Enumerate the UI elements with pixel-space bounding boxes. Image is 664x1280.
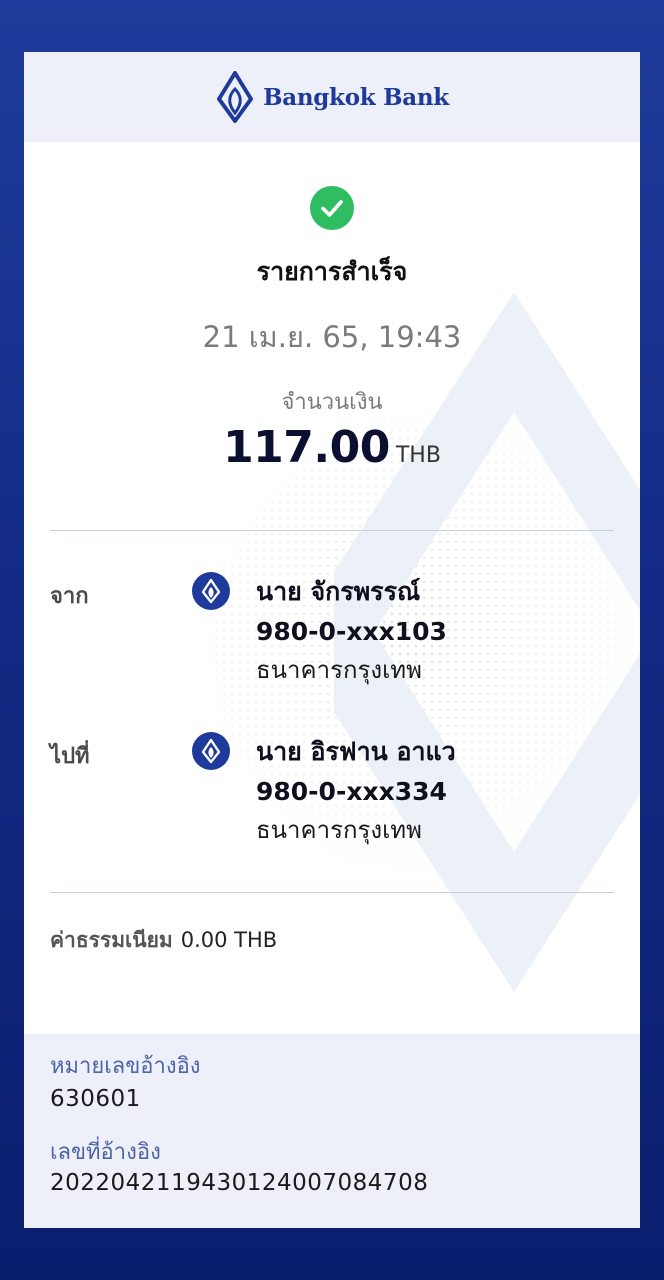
amount-currency: THB: [395, 443, 441, 468]
to-name: นาย อิรฟาน อาแว: [256, 737, 456, 766]
fee-value: 0.00 THB: [180, 928, 278, 952]
fee-label: ค่าธรรมเนียม: [50, 928, 173, 952]
brand-name: Bangkok Bank: [263, 83, 449, 111]
from-name: นาย จักรพรรณ์: [256, 577, 421, 606]
to-bank: ธนาคารกรุงเทพ: [256, 816, 422, 844]
amount-value: 117.00: [223, 422, 390, 473]
from-account: 980-0-xxx103: [256, 617, 447, 646]
from-label: จาก: [50, 584, 89, 609]
to-label: ไปที่: [50, 744, 90, 769]
to-party: นาย อิรฟาน อาแว 980-0-xxx334 ธนาคารกรุงเ…: [256, 732, 456, 848]
amount: 117.00 THB: [24, 422, 640, 473]
to-account: 980-0-xxx334: [256, 777, 447, 806]
transaction-datetime: 21 เม.ย. 65, 19:43: [202, 320, 462, 354]
divider: [50, 892, 614, 893]
amount-label: จำนวนเงิน: [281, 390, 383, 415]
status-text: รายการสำเร็จ: [256, 257, 408, 286]
check-circle-icon: [310, 186, 354, 230]
from-bank: ธนาคารกรุงเทพ: [256, 656, 422, 684]
reference-section: หมายเลขอ้างอิง 630601 เลขที่อ้างอิง 2022…: [24, 1034, 640, 1228]
transaction-ref-label: เลขที่อ้างอิง: [50, 1140, 161, 1165]
transfer-slip: Bangkok Bank รายการสำเร็จ 21 เม.ย. 65, 1…: [24, 52, 640, 1228]
fee-row: ค่าธรรมเนียม 0.00 THB: [50, 924, 277, 957]
bangkok-bank-lotus-icon: [217, 71, 254, 123]
transaction-ref-value: 2022042119430124007084708: [50, 1170, 429, 1196]
reference-number-label: หมายเลขอ้างอิง: [50, 1054, 201, 1079]
bangkok-bank-icon: [192, 732, 230, 770]
bangkok-bank-icon: [192, 572, 230, 610]
reference-number-value: 630601: [50, 1086, 141, 1112]
card-header: Bangkok Bank: [24, 52, 640, 142]
from-party: นาย จักรพรรณ์ 980-0-xxx103 ธนาคารกรุงเทพ: [256, 572, 447, 688]
divider: [50, 530, 614, 531]
